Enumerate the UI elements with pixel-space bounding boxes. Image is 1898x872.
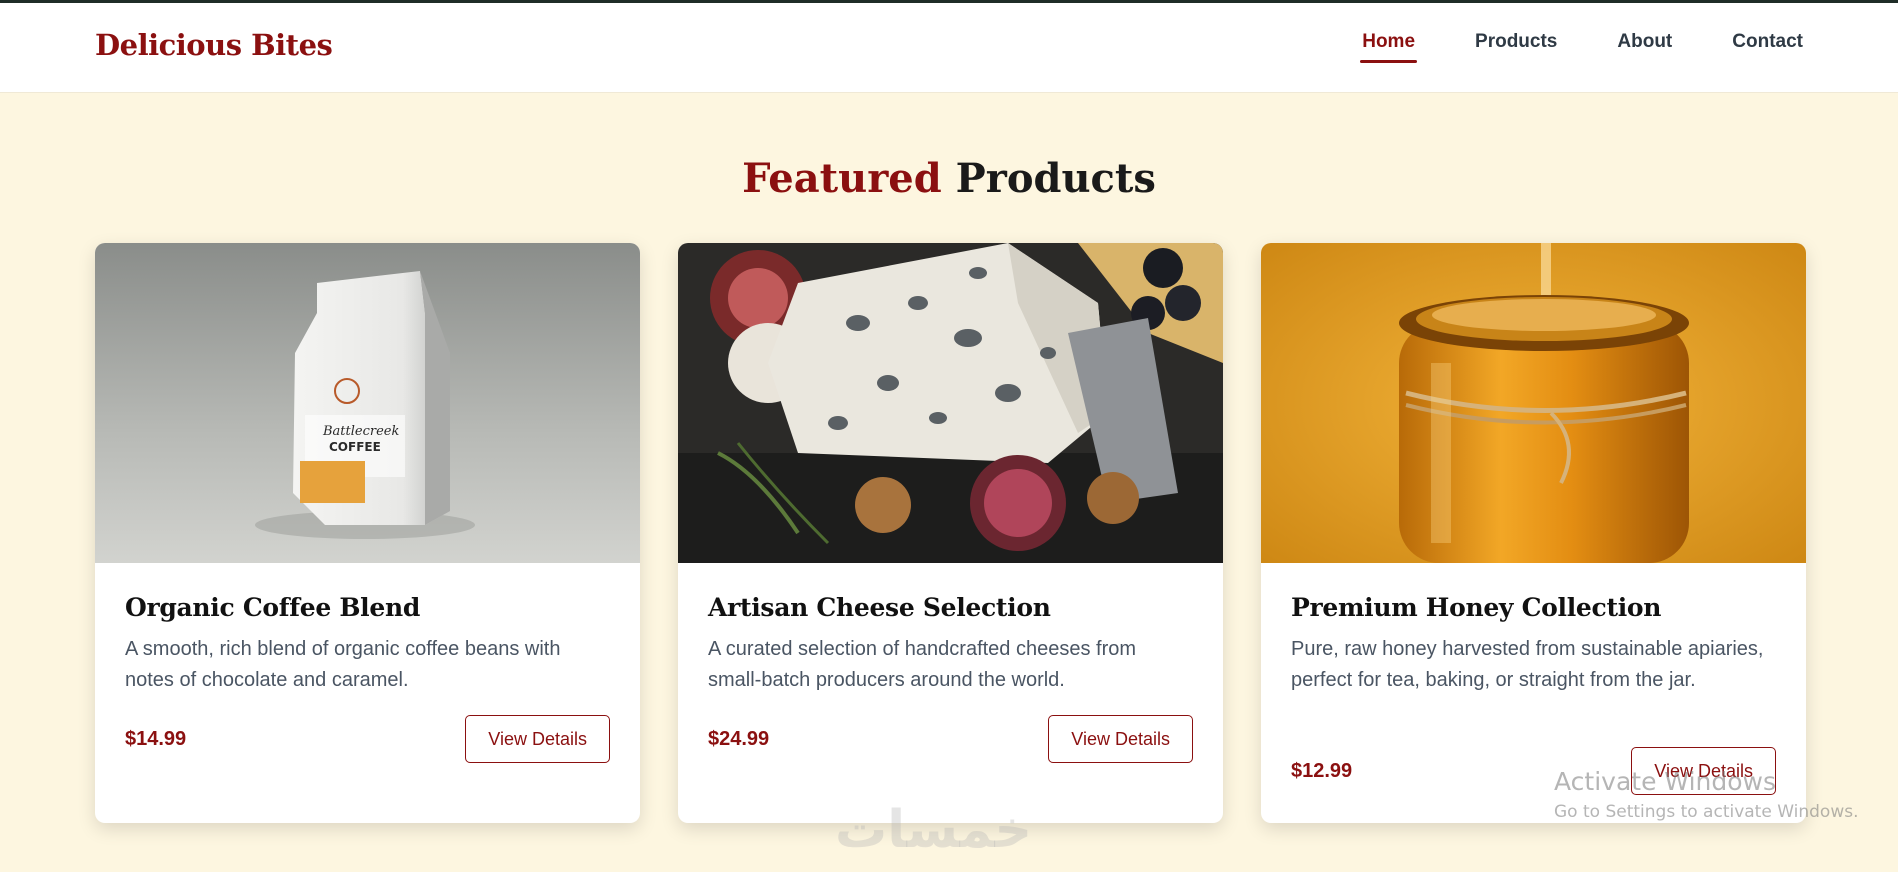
- site-watermark-logo: خمسات: [835, 800, 1033, 860]
- coffee-bag-image: Battlecreek COFFEE: [95, 243, 640, 563]
- section-title-accent: Featured: [742, 155, 942, 202]
- card-footer: $24.99 View Details: [708, 715, 1193, 763]
- card-footer: $14.99 View Details: [125, 715, 610, 763]
- card-body: Artisan Cheese Selection A curated selec…: [678, 563, 1223, 696]
- nav-products[interactable]: Products: [1475, 31, 1557, 63]
- product-price: $12.99: [1291, 759, 1353, 782]
- section-title-rest: Products: [955, 155, 1156, 202]
- watermark-subtitle: Go to Settings to activate Windows.: [1554, 802, 1859, 822]
- view-details-button[interactable]: View Details: [1048, 715, 1193, 763]
- product-description: A smooth, rich blend of organic coffee b…: [125, 638, 561, 691]
- svg-text:Battlecreek: Battlecreek: [322, 424, 399, 439]
- nav-about[interactable]: About: [1617, 31, 1672, 63]
- product-card-cheese: Artisan Cheese Selection A curated selec…: [678, 243, 1223, 823]
- honey-jar-image: [1261, 243, 1806, 563]
- product-name[interactable]: Premium Honey Collection: [1291, 593, 1776, 622]
- product-description: Pure, raw honey harvested from sustainab…: [1291, 638, 1764, 691]
- product-card-coffee: Battlecreek COFFEE Organic Coffee Blend …: [95, 243, 640, 823]
- nav-home[interactable]: Home: [1360, 31, 1417, 63]
- watermark-title: Activate Windows: [1554, 767, 1776, 796]
- card-body: Organic Coffee Blend A smooth, rich blen…: [95, 563, 640, 696]
- site-header: Delicious Bites Home Products About Cont…: [0, 3, 1898, 93]
- section-title: Featured Products: [0, 155, 1898, 202]
- product-card-honey: Premium Honey Collection Pure, raw honey…: [1261, 243, 1806, 823]
- product-name[interactable]: Organic Coffee Blend: [125, 593, 610, 622]
- card-body: Premium Honey Collection Pure, raw honey…: [1261, 563, 1806, 696]
- svg-text:COFFEE: COFFEE: [329, 440, 381, 454]
- blue-cheese-image: [678, 243, 1223, 563]
- nav-contact[interactable]: Contact: [1732, 31, 1803, 63]
- product-price: $24.99: [708, 727, 770, 750]
- main-nav: Home Products About Contact: [1360, 31, 1803, 63]
- product-description: A curated selection of handcrafted chees…: [708, 638, 1137, 691]
- view-details-button[interactable]: View Details: [465, 715, 610, 763]
- product-price: $14.99: [125, 727, 187, 750]
- activate-windows-watermark: Activate Windows Go to Settings to activ…: [1554, 767, 1859, 822]
- product-name[interactable]: Artisan Cheese Selection: [708, 593, 1193, 622]
- brand-logo[interactable]: Delicious Bites: [95, 28, 333, 62]
